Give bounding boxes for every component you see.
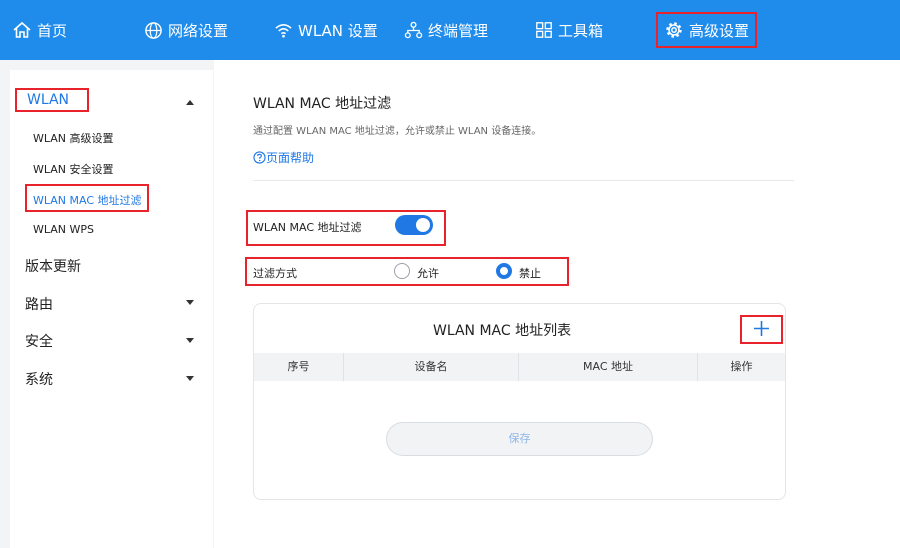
nav-network[interactable]: 网络设置 <box>144 0 228 60</box>
radio-deny-label: 禁止 <box>519 267 541 280</box>
add-icon[interactable] <box>753 320 770 337</box>
nav-devices[interactable]: 终端管理 <box>404 0 488 60</box>
sidebar-item-wlan-security[interactable]: WLAN 安全设置 <box>33 161 114 177</box>
nav-network-label: 网络设置 <box>168 21 229 40</box>
column-device-name: 设备名 <box>414 360 448 373</box>
top-navigation: 首页 网络设置 WLAN 设置 终端管理 工具箱 高级设置 <box>0 0 900 60</box>
table-header: 序号 设备名 MAC 地址 操作 <box>254 353 785 381</box>
chevron-down-icon[interactable] <box>186 338 194 343</box>
grid-icon <box>536 22 552 38</box>
sidebar-group-firmware-update[interactable]: 版本更新 <box>25 256 81 276</box>
sidebar: WLAN WLAN 高级设置 WLAN 安全设置 WLAN MAC 地址过滤 W… <box>10 70 213 548</box>
nav-home-label: 首页 <box>37 21 68 40</box>
filter-mode-label: 过滤方式 <box>253 267 297 280</box>
sidebar-item-wlan-advanced[interactable]: WLAN 高级设置 <box>33 130 114 146</box>
nav-advanced-settings-label: 高级设置 <box>689 21 750 40</box>
radio-deny[interactable] <box>496 263 512 279</box>
radio-allow-label: 允许 <box>417 267 439 280</box>
column-action: 操作 <box>730 360 753 373</box>
page-title: WLAN MAC 地址过滤 <box>253 96 392 112</box>
save-button[interactable]: 保存 <box>386 422 653 456</box>
divider <box>253 180 794 181</box>
page-description: 通过配置 WLAN MAC 地址过滤，允许或禁止 WLAN 设备连接。 <box>253 126 542 137</box>
nav-advanced-settings[interactable]: 高级设置 <box>656 12 758 48</box>
sidebar-item-wlan-wps[interactable]: WLAN WPS <box>33 223 94 236</box>
gear-icon <box>666 22 682 38</box>
question-circle-icon <box>253 151 266 164</box>
help-link-label: 页面帮助 <box>266 151 315 165</box>
chevron-down-icon[interactable] <box>186 300 194 305</box>
help-link[interactable]: 页面帮助 <box>253 149 314 166</box>
sidebar-group-security[interactable]: 安全 <box>25 331 53 351</box>
sidebar-item-wlan-mac-filter[interactable]: WLAN MAC 地址过滤 <box>33 192 142 208</box>
home-icon <box>13 21 31 38</box>
mac-list-title: WLAN MAC 地址列表 <box>433 323 572 339</box>
globe-icon <box>145 21 162 39</box>
nav-wlan-label: WLAN 设置 <box>298 21 378 40</box>
column-index: 序号 <box>287 360 310 373</box>
nav-toolbox[interactable]: 工具箱 <box>535 0 603 60</box>
sidebar-group-route[interactable]: 路由 <box>25 294 53 314</box>
nav-toolbox-label: 工具箱 <box>558 21 604 40</box>
devices-tree-icon <box>404 21 423 38</box>
nav-devices-label: 终端管理 <box>428 21 489 40</box>
mac-filter-toggle[interactable] <box>395 215 433 235</box>
mac-filter-label: WLAN MAC 地址过滤 <box>253 221 362 234</box>
sidebar-group-wlan[interactable]: WLAN <box>27 92 69 108</box>
nav-home[interactable]: 首页 <box>12 0 67 60</box>
column-mac-address: MAC 地址 <box>583 360 633 373</box>
caret-up-icon[interactable] <box>186 100 194 105</box>
chevron-down-icon[interactable] <box>186 376 194 381</box>
nav-wlan[interactable]: WLAN 设置 <box>274 0 378 60</box>
radio-allow[interactable] <box>394 263 410 279</box>
wifi-icon <box>275 23 292 38</box>
sidebar-group-system[interactable]: 系统 <box>25 369 53 389</box>
